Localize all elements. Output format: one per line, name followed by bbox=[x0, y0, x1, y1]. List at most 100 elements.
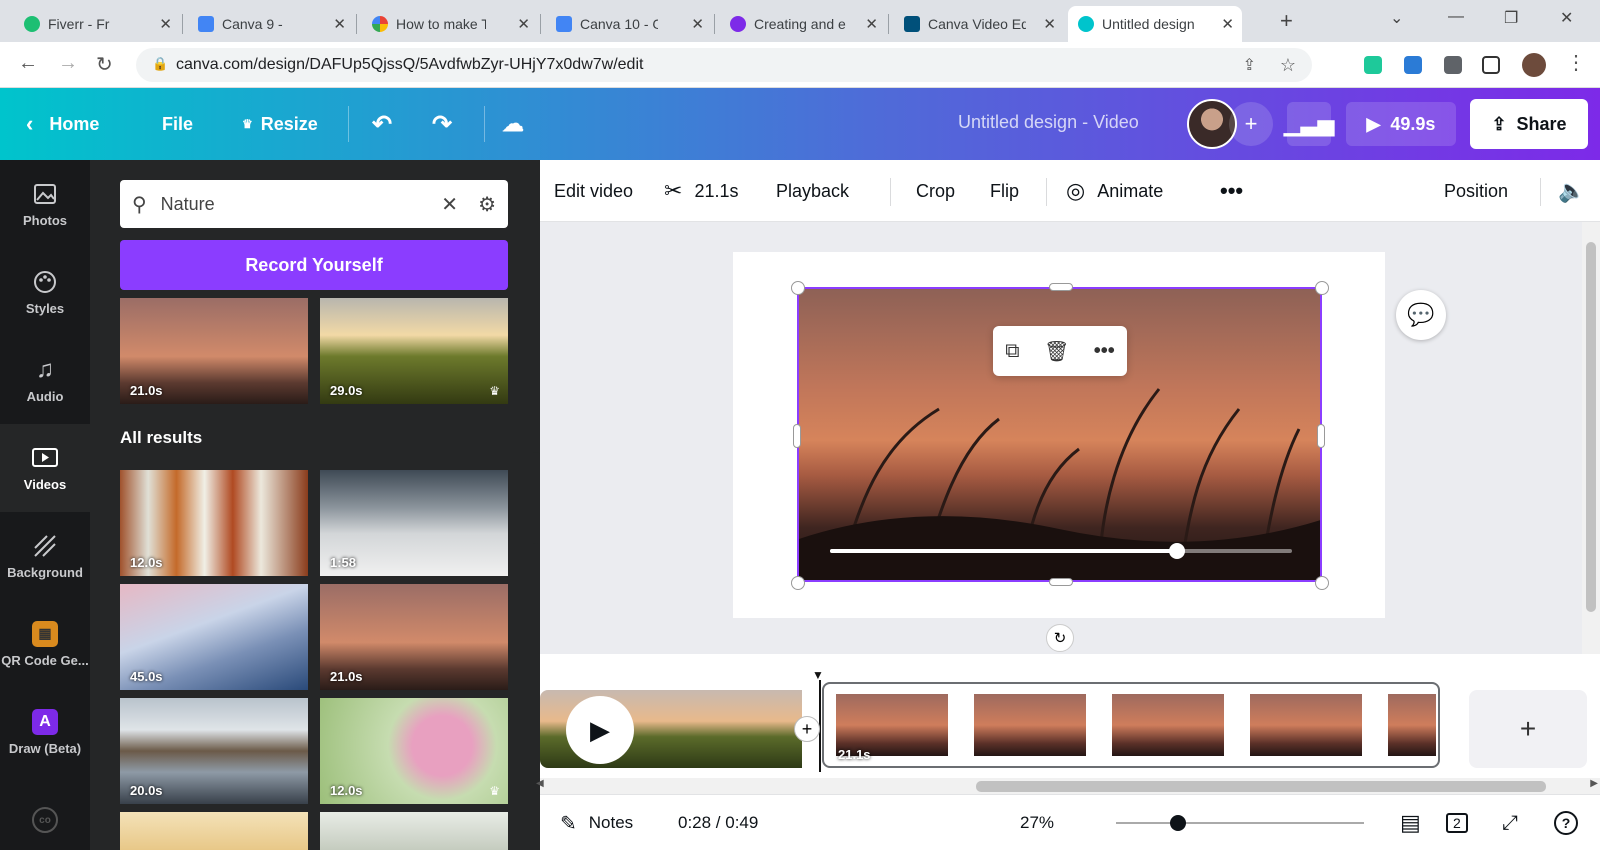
browser-menu-icon[interactable]: ⋮ bbox=[1566, 50, 1586, 75]
rail-item-background[interactable]: Background bbox=[0, 512, 90, 600]
profile-avatar[interactable] bbox=[1522, 53, 1546, 77]
video-thumbnail[interactable]: 12.0s bbox=[120, 470, 308, 576]
video-thumbnail[interactable]: 20.0s bbox=[120, 698, 308, 804]
video-thumbnail[interactable]: 12.0s ♛ bbox=[320, 698, 508, 804]
browser-tab[interactable]: Canva 10 - Google Docs ✕ bbox=[546, 6, 712, 42]
back-icon[interactable]: ← bbox=[18, 52, 38, 75]
video-thumbnail[interactable]: 29.0s ♛ bbox=[320, 298, 508, 404]
resize-handle[interactable] bbox=[1049, 283, 1073, 291]
rail-item-qr-code[interactable]: ▦ QR Code Ge... bbox=[0, 600, 90, 688]
browser-tab[interactable]: Fiverr - Freelance ✕ bbox=[14, 6, 180, 42]
puzzle-icon[interactable] bbox=[1444, 56, 1462, 74]
video-thumbnail[interactable]: 1:58 bbox=[320, 470, 508, 576]
extension-icon[interactable] bbox=[1404, 56, 1422, 74]
close-tab-icon[interactable]: ✕ bbox=[865, 15, 878, 33]
rail-item-audio[interactable]: ♫ Audio bbox=[0, 336, 90, 424]
resize-handle[interactable] bbox=[1317, 424, 1325, 448]
rail-item-styles[interactable]: Styles bbox=[0, 248, 90, 336]
browser-tab[interactable]: How to make T ✕ bbox=[362, 6, 538, 42]
close-tab-icon[interactable]: ✕ bbox=[691, 15, 704, 33]
rail-item-videos[interactable]: Videos bbox=[0, 424, 90, 512]
grid-view-icon[interactable]: ▤ bbox=[1400, 795, 1421, 851]
browser-tab[interactable]: Canva 9 - Google Docs ✕ bbox=[188, 6, 354, 42]
timeline-clip[interactable]: ▶ bbox=[540, 690, 802, 768]
add-collaborator-button[interactable]: + bbox=[1229, 102, 1273, 146]
close-tab-icon[interactable]: ✕ bbox=[1221, 15, 1234, 33]
crop-button[interactable]: Crop bbox=[916, 160, 955, 222]
trash-icon[interactable]: 🗑 bbox=[1044, 339, 1069, 364]
resize-handle[interactable] bbox=[1315, 576, 1329, 590]
close-window-icon[interactable]: ✕ bbox=[1560, 8, 1573, 28]
resize-handle[interactable] bbox=[1049, 578, 1073, 586]
more-options-icon[interactable]: ••• bbox=[1094, 340, 1115, 363]
search-input[interactable]: ⚲ Nature ✕ ⚙ bbox=[120, 180, 508, 228]
cloud-saved-icon[interactable]: ☁ bbox=[502, 88, 524, 160]
bookmark-star-icon[interactable]: ☆ bbox=[1280, 55, 1296, 76]
fullscreen-icon[interactable]: ⤢ bbox=[1502, 795, 1518, 851]
position-button[interactable]: Position bbox=[1444, 160, 1508, 222]
share-button[interactable]: ⇪ Share bbox=[1470, 99, 1588, 149]
sidebar-icon[interactable] bbox=[1482, 56, 1500, 74]
add-comment-icon[interactable]: 💬 bbox=[1396, 290, 1446, 340]
resize-handle[interactable] bbox=[793, 424, 801, 448]
animate-button[interactable]: ◎ Animate bbox=[1066, 160, 1163, 222]
video-thumbnail[interactable]: 21.0s bbox=[120, 298, 308, 404]
video-scrubber[interactable] bbox=[830, 543, 1292, 559]
add-transition-icon[interactable]: + bbox=[794, 716, 820, 742]
minimize-icon[interactable]: — bbox=[1448, 8, 1464, 26]
url-field[interactable]: 🔒 canva.com/design/DAFUp5QjssQ/5AvdfwbZy… bbox=[136, 48, 1312, 82]
present-play-button[interactable]: ▶ 49.9s bbox=[1346, 102, 1456, 146]
reload-icon[interactable]: ↻ bbox=[96, 52, 113, 77]
zoom-level[interactable]: 27% bbox=[1020, 795, 1054, 851]
design-title[interactable]: Untitled design - Video bbox=[958, 112, 1139, 133]
resize-handle[interactable] bbox=[1315, 281, 1329, 295]
browser-tab-active[interactable]: Untitled design ✕ bbox=[1068, 6, 1242, 42]
video-thumbnail[interactable] bbox=[120, 812, 308, 850]
resize-handle[interactable] bbox=[791, 281, 805, 295]
trim-button[interactable]: ✂ 21.1s bbox=[664, 160, 738, 222]
video-thumbnail[interactable]: 21.0s bbox=[320, 584, 508, 690]
new-tab-icon[interactable]: + bbox=[1280, 8, 1293, 34]
record-yourself-button[interactable]: Record Yourself bbox=[120, 240, 508, 290]
resize-handle[interactable] bbox=[791, 576, 805, 590]
redo-icon[interactable]: ↷ bbox=[432, 88, 452, 160]
edit-video-button[interactable]: Edit video bbox=[554, 160, 633, 222]
more-options-icon[interactable]: ••• bbox=[1220, 160, 1243, 222]
browser-tab[interactable]: Canva Video Ed ✕ bbox=[894, 6, 1064, 42]
close-tab-icon[interactable]: ✕ bbox=[1043, 15, 1056, 33]
timeline-scrollbar[interactable]: ◀ ▶ bbox=[536, 778, 1600, 794]
rotate-icon[interactable]: ↻ bbox=[1046, 624, 1074, 652]
clear-search-icon[interactable]: ✕ bbox=[441, 192, 458, 217]
add-clip-button[interactable]: + bbox=[1469, 690, 1587, 768]
video-thumbnail[interactable]: 45.0s bbox=[120, 584, 308, 690]
close-tab-icon[interactable]: ✕ bbox=[159, 15, 172, 33]
home-button[interactable]: ‹ Home bbox=[26, 88, 99, 160]
extension-icon[interactable] bbox=[1364, 56, 1382, 74]
pages-button[interactable]: 2 bbox=[1446, 795, 1468, 851]
video-thumbnail[interactable] bbox=[320, 812, 508, 850]
resize-button[interactable]: ♛ Resize bbox=[242, 88, 318, 160]
playhead-marker[interactable]: ▼ bbox=[812, 668, 824, 682]
volume-icon[interactable]: 🔈 bbox=[1558, 160, 1585, 222]
share-page-icon[interactable]: ⇪ bbox=[1243, 55, 1256, 75]
zoom-slider-knob[interactable] bbox=[1170, 815, 1186, 831]
zoom-slider[interactable] bbox=[1116, 822, 1364, 824]
undo-icon[interactable]: ↶ bbox=[372, 88, 392, 160]
forward-icon[interactable]: → bbox=[58, 52, 78, 75]
close-tab-icon[interactable]: ✕ bbox=[333, 15, 346, 33]
play-button[interactable]: ▶ bbox=[566, 696, 634, 764]
notes-button[interactable]: ✎ Notes bbox=[560, 795, 633, 851]
tab-search-icon[interactable]: ⌄ bbox=[1390, 8, 1403, 28]
rail-item-photos[interactable]: Photos bbox=[0, 160, 90, 248]
duplicate-icon[interactable]: ⧉ bbox=[1005, 340, 1019, 363]
playback-button[interactable]: Playback bbox=[776, 160, 849, 222]
scrubber-knob[interactable] bbox=[1168, 543, 1185, 559]
timeline-clip-selected[interactable]: 21.1s bbox=[822, 682, 1440, 768]
rail-item-draw[interactable]: A Draw (Beta) bbox=[0, 688, 90, 776]
insights-chart-icon[interactable]: ▁▃▅ bbox=[1284, 102, 1334, 146]
restore-icon[interactable]: ❐ bbox=[1504, 8, 1518, 28]
close-tab-icon[interactable]: ✕ bbox=[517, 15, 530, 33]
help-icon[interactable]: ? bbox=[1554, 795, 1578, 851]
file-menu-button[interactable]: File bbox=[162, 88, 193, 160]
flip-button[interactable]: Flip bbox=[990, 160, 1019, 222]
